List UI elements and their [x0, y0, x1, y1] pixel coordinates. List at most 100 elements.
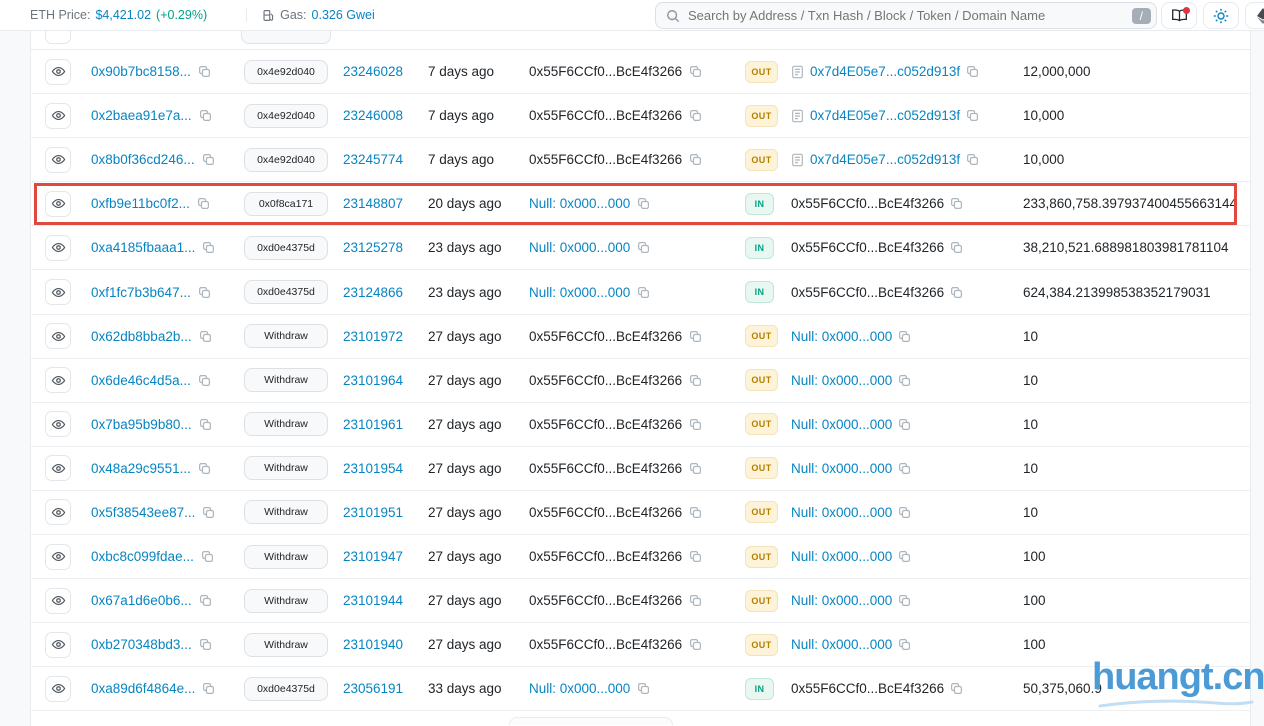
preview-eye-button[interactable]: [45, 676, 71, 702]
to-address[interactable]: 0x55F6CCf0...BcE4f3266: [791, 196, 944, 211]
copy-icon[interactable]: [199, 109, 212, 122]
from-address[interactable]: Null: 0x000...000: [529, 285, 630, 300]
to-address[interactable]: 0x7d4E05e7...c052d913f: [810, 152, 960, 167]
txn-hash-link[interactable]: 0x6de46c4d5a...: [91, 373, 191, 388]
from-address[interactable]: 0x55F6CCf0...BcE4f3266: [529, 329, 682, 344]
from-address[interactable]: 0x55F6CCf0...BcE4f3266: [529, 108, 682, 123]
preview-eye-button[interactable]: [45, 147, 71, 173]
copy-icon[interactable]: [898, 374, 911, 387]
preview-eye-button[interactable]: [45, 279, 71, 305]
to-address[interactable]: 0x55F6CCf0...BcE4f3266: [791, 240, 944, 255]
txn-hash-link[interactable]: 0xa89d6f4864e...: [91, 681, 195, 696]
txn-hash-link[interactable]: 0x7ba95b9b80...: [91, 417, 192, 432]
block-link[interactable]: 23148807: [343, 196, 403, 211]
txn-hash-link[interactable]: 0xfb9e11bc0f2...: [91, 196, 190, 211]
copy-icon[interactable]: [689, 506, 702, 519]
to-address[interactable]: Null: 0x000...000: [791, 593, 892, 608]
block-link[interactable]: 23246008: [343, 108, 403, 123]
search-bar[interactable]: /: [655, 2, 1157, 29]
txn-hash-link[interactable]: 0x48a29c9551...: [91, 461, 191, 476]
copy-icon[interactable]: [689, 638, 702, 651]
preview-eye-button[interactable]: [45, 103, 71, 129]
to-address[interactable]: 0x55F6CCf0...BcE4f3266: [791, 285, 944, 300]
txn-hash-link[interactable]: 0x5f38543ee87...: [91, 505, 195, 520]
block-link[interactable]: 23124866: [343, 285, 403, 300]
block-link[interactable]: 23101947: [343, 549, 403, 564]
txn-hash-link[interactable]: 0xb270348bd3...: [91, 637, 192, 652]
copy-icon[interactable]: [202, 153, 215, 166]
block-link[interactable]: 23101961: [343, 417, 403, 432]
copy-icon[interactable]: [198, 374, 211, 387]
gas-value[interactable]: 0.326 Gwei: [312, 8, 375, 22]
copy-icon[interactable]: [898, 594, 911, 607]
copy-icon[interactable]: [199, 418, 212, 431]
copy-icon[interactable]: [202, 506, 215, 519]
from-address[interactable]: Null: 0x000...000: [529, 240, 630, 255]
copy-icon[interactable]: [898, 550, 911, 563]
eth-price-value[interactable]: $4,421.02: [95, 8, 151, 22]
preview-eye-button[interactable]: [45, 588, 71, 614]
copy-icon[interactable]: [689, 462, 702, 475]
from-address[interactable]: 0x55F6CCf0...BcE4f3266: [529, 461, 682, 476]
preview-eye-button[interactable]: [45, 323, 71, 349]
from-address[interactable]: 0x55F6CCf0...BcE4f3266: [529, 373, 682, 388]
preview-eye-button[interactable]: [45, 499, 71, 525]
copy-icon[interactable]: [197, 197, 210, 210]
block-link[interactable]: 23101964: [343, 373, 403, 388]
from-address[interactable]: 0x55F6CCf0...BcE4f3266: [529, 593, 682, 608]
copy-icon[interactable]: [689, 330, 702, 343]
copy-icon[interactable]: [898, 506, 911, 519]
copy-icon[interactable]: [950, 286, 963, 299]
copy-icon[interactable]: [898, 638, 911, 651]
copy-icon[interactable]: [637, 286, 650, 299]
from-address[interactable]: 0x55F6CCf0...BcE4f3266: [529, 64, 682, 79]
preview-eye-button[interactable]: [45, 632, 71, 658]
copy-icon[interactable]: [689, 153, 702, 166]
to-address[interactable]: Null: 0x000...000: [791, 549, 892, 564]
copy-icon[interactable]: [898, 330, 911, 343]
from-address[interactable]: 0x55F6CCf0...BcE4f3266: [529, 549, 682, 564]
preview-eye-button[interactable]: [45, 191, 71, 217]
to-address[interactable]: Null: 0x000...000: [791, 329, 892, 344]
copy-icon[interactable]: [689, 550, 702, 563]
preview-eye-button[interactable]: [45, 455, 71, 481]
copy-icon[interactable]: [199, 330, 212, 343]
copy-icon[interactable]: [637, 197, 650, 210]
from-address[interactable]: 0x55F6CCf0...BcE4f3266: [529, 505, 682, 520]
from-address[interactable]: 0x55F6CCf0...BcE4f3266: [529, 152, 682, 167]
block-link[interactable]: 23246028: [343, 64, 403, 79]
copy-icon[interactable]: [199, 594, 212, 607]
copy-icon[interactable]: [950, 241, 963, 254]
block-link[interactable]: 23101944: [343, 593, 403, 608]
txn-hash-link[interactable]: 0x90b7bc8158...: [91, 64, 191, 79]
txn-hash-link[interactable]: 0xf1fc7b3b647...: [91, 285, 191, 300]
search-input[interactable]: [688, 8, 1126, 23]
preview-eye-button[interactable]: [45, 59, 71, 85]
copy-icon[interactable]: [637, 682, 650, 695]
to-address[interactable]: Null: 0x000...000: [791, 417, 892, 432]
copy-icon[interactable]: [966, 65, 979, 78]
to-address[interactable]: Null: 0x000...000: [791, 637, 892, 652]
copy-icon[interactable]: [950, 682, 963, 695]
block-link[interactable]: 23101951: [343, 505, 403, 520]
preview-eye-button[interactable]: [45, 544, 71, 570]
copy-icon[interactable]: [198, 286, 211, 299]
txn-hash-link[interactable]: 0x62db8bba2b...: [91, 329, 192, 344]
preview-eye-button[interactable]: [45, 235, 71, 261]
copy-icon[interactable]: [202, 241, 215, 254]
txn-hash-link[interactable]: 0xbc8c099fdae...: [91, 549, 194, 564]
preview-eye-button[interactable]: [45, 31, 71, 44]
theme-toggle-button[interactable]: [1203, 2, 1239, 29]
from-address[interactable]: 0x55F6CCf0...BcE4f3266: [529, 417, 682, 432]
addressbook-button[interactable]: [1161, 2, 1197, 29]
block-link[interactable]: 23101954: [343, 461, 403, 476]
to-address[interactable]: 0x7d4E05e7...c052d913f: [810, 64, 960, 79]
preview-eye-button[interactable]: [45, 411, 71, 437]
block-link[interactable]: 23101972: [343, 329, 403, 344]
preview-eye-button[interactable]: [45, 367, 71, 393]
copy-icon[interactable]: [689, 594, 702, 607]
copy-icon[interactable]: [898, 462, 911, 475]
copy-icon[interactable]: [689, 109, 702, 122]
block-link[interactable]: 23056191: [343, 681, 403, 696]
to-address[interactable]: 0x55F6CCf0...BcE4f3266: [791, 681, 944, 696]
